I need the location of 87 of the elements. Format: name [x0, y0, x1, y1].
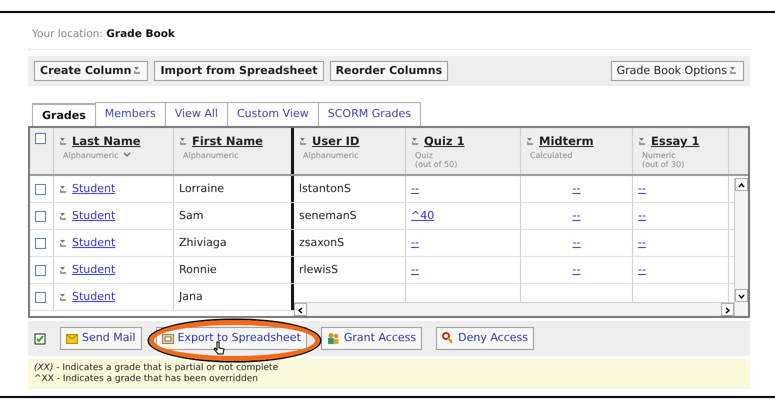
first-name-cell-text: Lorraine — [179, 181, 224, 197]
action-button[interactable]: Grant Access — [320, 327, 422, 350]
grade-link[interactable]: -- — [572, 208, 580, 224]
user-id-cell-text: lstantonS — [299, 181, 351, 197]
action-button[interactable]: Export to Spreadsheet — [156, 327, 307, 350]
tab[interactable]: Members — [94, 102, 166, 126]
column-header[interactable]: Essay 1 — [651, 133, 700, 150]
menu-toggle-icon[interactable] — [59, 292, 68, 302]
user-id-cell-text: senemanS — [299, 208, 357, 224]
legend-text: (XX) - Indicates a grade that is partial or not complete — [34, 362, 280, 374]
row-checkbox[interactable] — [35, 184, 46, 195]
row-checkbox[interactable] — [35, 292, 46, 303]
vertical-scrollbar[interactable] — [734, 178, 748, 316]
column-type: Calculated — [530, 150, 572, 160]
scroll-right-icon[interactable] — [725, 306, 730, 314]
user-id-cell-text: zsaxonS — [299, 235, 344, 251]
menu-toggle-icon[interactable] — [59, 212, 68, 221]
grade-link[interactable]: -- — [638, 235, 646, 252]
menu-toggle-icon[interactable] — [59, 137, 68, 146]
hand-cursor-icon — [213, 340, 226, 356]
key-icon — [442, 332, 454, 345]
menu-toggle-icon[interactable] — [179, 137, 188, 146]
grade-link[interactable]: -- — [638, 262, 646, 278]
grade-link[interactable]: -- — [572, 262, 580, 278]
user-id-cell-text: rlewisS — [299, 262, 338, 278]
grade-link[interactable]: -- — [572, 235, 580, 252]
scroll-left-icon[interactable] — [298, 306, 303, 314]
column-header[interactable]: Last Name — [72, 133, 141, 150]
menu-toggle-icon[interactable] — [59, 238, 68, 248]
legend-text: ^XX - Indicates a grade that has been overridden — [34, 374, 259, 385]
first-name-cell-text: Ronnie — [179, 262, 217, 278]
menu-toggle-icon[interactable] — [526, 137, 535, 146]
last-name-link[interactable]: Student — [72, 208, 116, 224]
location-value: Grade Book — [106, 28, 175, 40]
toolbar-button[interactable]: Reorder Columns — [330, 60, 448, 81]
options-button[interactable]: Grade Book Options — [610, 60, 744, 81]
action-button[interactable]: Deny Access — [436, 327, 534, 350]
column-header[interactable]: Midterm — [539, 133, 594, 150]
tab[interactable]: Custom View — [227, 102, 319, 126]
menu-toggle-icon[interactable] — [299, 137, 308, 146]
select-all-checkbox[interactable] — [35, 133, 46, 144]
menu-toggle-icon[interactable] — [638, 137, 647, 146]
column-type: Alphanumeric — [183, 150, 239, 160]
column-header[interactable]: First Name — [192, 133, 263, 150]
column-type: Alphanumeric — [63, 150, 119, 160]
column-type: Quiz — [415, 150, 433, 160]
grade-link[interactable]: -- — [638, 181, 646, 198]
grade-link[interactable]: -- — [572, 181, 580, 198]
tab[interactable]: SCORM Grades — [318, 102, 421, 126]
first-name-cell-text: Zhiviaga — [179, 235, 227, 251]
menu-toggle-icon[interactable] — [411, 137, 420, 146]
grade-link[interactable]: ^40 — [411, 208, 434, 224]
menu-toggle-icon[interactable] — [133, 66, 142, 76]
toolbar-button[interactable]: Create Column — [34, 60, 148, 81]
location-label: Your location: — [32, 28, 104, 40]
menu-toggle-icon[interactable] — [59, 266, 68, 275]
column-type: (out of 30) — [642, 160, 684, 168]
envelope-icon — [66, 334, 78, 344]
first-name-cell-text: Jana — [179, 289, 203, 305]
scroll-up-icon[interactable] — [738, 182, 745, 188]
column-type: (out of 50) — [415, 160, 458, 168]
last-name-link[interactable]: Student — [72, 289, 116, 306]
scroll-down-icon[interactable] — [738, 294, 745, 299]
toolbar-button[interactable]: Import from Spreadsheet — [154, 60, 324, 81]
grade-link[interactable]: -- — [411, 181, 419, 198]
column-header[interactable]: User ID — [312, 133, 360, 150]
menu-toggle-icon[interactable] — [729, 66, 738, 76]
last-name-link[interactable]: Student — [72, 235, 116, 252]
tab[interactable]: Grades — [32, 102, 96, 128]
row-checkbox[interactable] — [35, 238, 46, 249]
menu-toggle-icon[interactable] — [59, 184, 68, 194]
horizontal-scrollbar[interactable] — [294, 302, 734, 316]
grade-link[interactable]: -- — [411, 262, 419, 278]
column-header[interactable]: Quiz 1 — [424, 133, 465, 150]
spreadsheet-icon — [162, 333, 174, 344]
row-checkbox[interactable] — [35, 210, 46, 222]
grade-link[interactable]: -- — [411, 235, 419, 252]
last-name-link[interactable]: Student — [72, 262, 116, 278]
grade-link[interactable]: -- — [638, 208, 646, 224]
last-name-link[interactable]: Student — [72, 181, 116, 198]
action-button[interactable]: Send Mail — [60, 327, 142, 350]
column-type: Numeric — [642, 150, 676, 160]
column-type: Alphanumeric — [303, 150, 359, 160]
check-all-icon[interactable] — [34, 332, 46, 344]
row-checkbox[interactable] — [35, 264, 46, 276]
people-icon — [326, 332, 340, 345]
first-name-cell-text: Sam — [179, 208, 204, 224]
